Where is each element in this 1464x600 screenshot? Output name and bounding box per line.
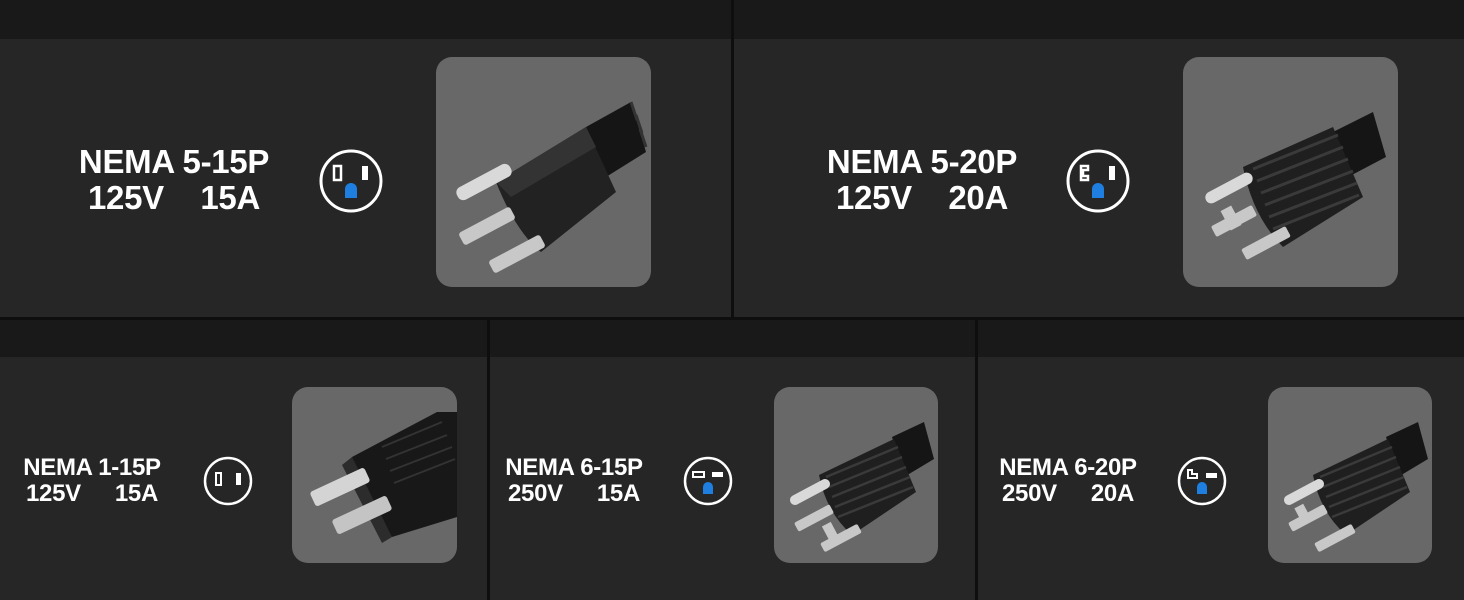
plug-name: NEMA 5-15P — [78, 143, 270, 180]
plug-card-nema-6-20p: NEMA 6-20P 250V 20A — [978, 320, 1464, 600]
divider — [487, 320, 490, 600]
divider — [731, 0, 734, 317]
plug-voltage: 250V — [508, 479, 563, 507]
header-strip — [0, 320, 487, 357]
nema-6-15p-plug-photo — [774, 387, 938, 563]
nema-1-15p-plug-photo — [292, 387, 457, 563]
plug-voltage: 125V — [88, 178, 164, 216]
header-strip — [734, 0, 1464, 39]
plug-name: NEMA 6-20P — [999, 454, 1137, 481]
plug-card-nema-5-20p: NEMA 5-20P 125V 20A — [734, 0, 1464, 317]
plug-card-nema-1-15p: NEMA 1-15P 125V 15A — [0, 320, 487, 600]
nema-5-15p-plug-photo — [436, 57, 651, 287]
plug-spec-label: NEMA 6-20P 250V 20A — [994, 455, 1142, 507]
plug-name: NEMA 5-20P — [826, 143, 1018, 180]
nema-5-20p-plug-photo — [1183, 57, 1398, 287]
plug-voltage: 125V — [26, 479, 81, 507]
plug-amperage: 15A — [596, 479, 640, 507]
plug-amperage: 15A — [114, 479, 158, 507]
plug-voltage: 125V — [836, 178, 912, 216]
nema-1-15-outlet-icon — [203, 456, 253, 506]
plug-card-nema-5-15p: NEMA 5-15P 125V 15A — [0, 0, 731, 317]
plug-card-nema-6-15p: NEMA 6-15P 250V 15A — [490, 320, 975, 600]
plug-amperage: 15A — [200, 178, 260, 216]
plug-voltage: 250V — [1002, 479, 1057, 507]
plug-spec-label: NEMA 6-15P 250V 15A — [500, 455, 648, 507]
plug-amperage: 20A — [1090, 479, 1134, 507]
plug-amperage: 20A — [948, 178, 1008, 216]
nema-6-20p-plug-photo — [1268, 387, 1432, 563]
nema-5-20-outlet-icon — [1066, 149, 1130, 213]
header-strip — [490, 320, 975, 357]
plug-name: NEMA 1-15P — [23, 454, 161, 481]
header-strip — [0, 0, 731, 39]
nema-5-15-outlet-icon — [319, 149, 383, 213]
plug-spec-label: NEMA 5-20P 125V 20A — [826, 144, 1018, 215]
nema-6-20-outlet-icon — [1177, 456, 1227, 506]
divider — [975, 320, 978, 600]
header-strip — [978, 320, 1464, 357]
plug-name: NEMA 6-15P — [505, 454, 643, 481]
nema-6-15-outlet-icon — [683, 456, 733, 506]
plug-spec-label: NEMA 5-15P 125V 15A — [78, 144, 270, 215]
plug-spec-label: NEMA 1-15P 125V 15A — [18, 455, 166, 507]
